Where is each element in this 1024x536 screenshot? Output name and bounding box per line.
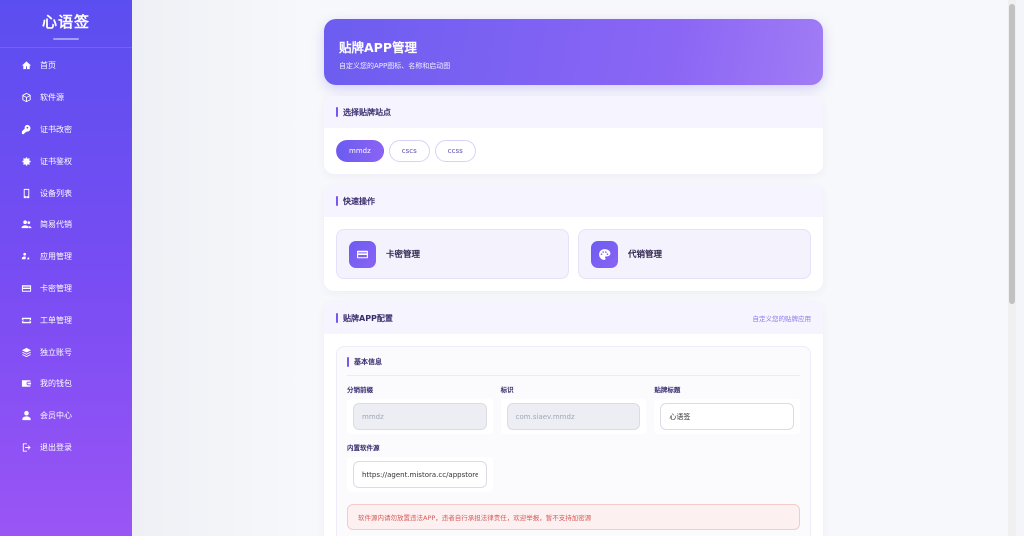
box-icon (20, 92, 32, 104)
site-select-card: 选择贴牌站点 mmdz cscs ccss (324, 96, 823, 174)
home-icon (20, 60, 32, 72)
sidebar-item-label: 独立账号 (40, 347, 72, 357)
site-pill-mmdz[interactable]: mmdz (336, 140, 384, 162)
sidebar-item-label: 证书鉴权 (40, 156, 72, 166)
sidebar-item-label: 应用管理 (40, 252, 72, 262)
brand: 心语签 (0, 0, 132, 48)
brand-title-field: 贴牌标题 (654, 384, 801, 434)
resale-manage-button[interactable]: 代销管理 (578, 229, 811, 279)
sidebar-item-cert-auth[interactable]: 证书鉴权 (0, 145, 132, 177)
phone-icon (20, 187, 32, 199)
section-title: 贴牌APP配置 (343, 313, 393, 323)
page-title: 贴牌APP管理 (339, 40, 417, 55)
prefix-label: 分销前缀 (347, 386, 373, 394)
apps-icon (20, 251, 32, 263)
id-field: 标识 (500, 384, 647, 434)
sidebar-item-cert-password[interactable]: 证书改密 (0, 114, 132, 146)
site-pill-cscs[interactable]: cscs (388, 140, 430, 162)
section-title: 选择贴牌站点 (343, 107, 391, 117)
basic-info-panel: 基本信息 分销前缀 标识 贴牌标题 (336, 346, 811, 536)
site-pill-ccss[interactable]: ccss (434, 140, 476, 162)
sidebar-item-independent-account[interactable]: 独立账号 (0, 336, 132, 368)
sidebar-item-app-manage[interactable]: 应用管理 (0, 241, 132, 273)
basic-info-row-2: 内置软件源 (347, 442, 800, 492)
id-input (506, 403, 641, 430)
section-accent-bar (336, 196, 338, 206)
sidebar-item-label: 退出登录 (40, 442, 72, 452)
wallet-icon (20, 378, 32, 390)
prefix-input (353, 403, 487, 430)
page-subtitle: 自定义您的APP图标、名称和启动图 (339, 62, 451, 70)
quick-actions-card: 快速操作 卡密管理 代销管理 (324, 185, 823, 291)
content-container: 贴牌APP管理 自定义您的APP图标、名称和启动图 选择贴牌站点 mmdz cs… (324, 19, 823, 536)
card-icon (349, 240, 376, 268)
palette-icon (591, 240, 618, 268)
resale-manage-label: 代销管理 (628, 250, 663, 260)
source-label: 内置软件源 (347, 444, 380, 452)
source-field: 内置软件源 (347, 442, 493, 492)
sidebar: 心语签 首页 软件源 证书改密 证书鉴权 设备列表 简易代销 应用管理 卡密管理… (0, 0, 132, 536)
page-header: 贴牌APP管理 自定义您的APP图标、名称和启动图 (324, 19, 823, 85)
id-label: 标识 (500, 386, 514, 394)
brand-config-header: 贴牌APP配置 自定义您的贴牌应用 (324, 302, 823, 334)
layers-icon (20, 346, 32, 358)
sidebar-item-label: 工单管理 (40, 315, 72, 325)
ticket-icon (20, 314, 32, 326)
sidebar-item-label: 会员中心 (40, 411, 72, 421)
page-scrollbar[interactable] (1008, 0, 1016, 536)
brand-title: 心语签 (41, 13, 90, 31)
basic-info-row-1: 分销前缀 标识 贴牌标题 (347, 384, 801, 434)
sidebar-item-software-source[interactable]: 软件源 (0, 82, 132, 114)
prefix-field: 分销前缀 (347, 384, 493, 434)
sidebar-nav: 首页 软件源 证书改密 证书鉴权 设备列表 简易代销 应用管理 卡密管理 工单管… (0, 50, 132, 463)
config-hint-link[interactable]: 自定义您的贴牌应用 (753, 313, 812, 323)
basic-info-title: 基本信息 (354, 358, 382, 366)
brand-title-label: 贴牌标题 (654, 386, 681, 394)
sidebar-item-devices[interactable]: 设备列表 (0, 177, 132, 209)
sidebar-item-label: 证书改密 (40, 124, 72, 134)
sidebar-item-ticket-manage[interactable]: 工单管理 (0, 304, 132, 336)
quick-actions-header: 快速操作 (324, 185, 823, 217)
sidebar-item-label: 首页 (40, 61, 56, 71)
logout-icon (20, 441, 32, 453)
source-warning: 软件源内请勿放置违法APP，违者自行承担法律责任，欢迎举报，暂不支持加密源 (347, 504, 800, 530)
brand-title-input[interactable] (660, 403, 795, 430)
site-pill-group: mmdz cscs ccss (324, 128, 823, 174)
scrollbar-thumb[interactable] (1009, 4, 1015, 304)
sidebar-item-home[interactable]: 首页 (0, 50, 132, 82)
sidebar-item-wallet[interactable]: 我的钱包 (0, 368, 132, 400)
section-accent-bar (336, 107, 338, 117)
sidebar-item-label: 我的钱包 (40, 379, 72, 389)
sidebar-item-label: 简易代销 (40, 220, 72, 230)
user-icon (20, 410, 32, 422)
quick-actions-row: 卡密管理 代销管理 (324, 217, 823, 291)
brand-divider (53, 38, 79, 40)
sidebar-item-card-manage[interactable]: 卡密管理 (0, 273, 132, 305)
gear-icon (20, 155, 32, 167)
source-input[interactable] (353, 461, 487, 488)
basic-info-header: 基本信息 (347, 357, 800, 376)
section-accent-bar (336, 313, 338, 323)
brand-config-body: 基本信息 分销前缀 标识 贴牌标题 (324, 334, 823, 536)
key-icon (20, 123, 32, 135)
sidebar-item-label: 卡密管理 (40, 283, 72, 293)
sidebar-item-label: 设备列表 (40, 188, 72, 198)
card-manage-label: 卡密管理 (386, 250, 421, 260)
section-title: 快速操作 (343, 196, 375, 206)
sidebar-item-label: 软件源 (40, 93, 64, 103)
main-area: 贴牌APP管理 自定义您的APP图标、名称和启动图 选择贴牌站点 mmdz cs… (132, 0, 1016, 536)
brand-config-card: 贴牌APP配置 自定义您的贴牌应用 基本信息 分销前缀 标 (324, 302, 823, 536)
users-icon (20, 219, 32, 231)
sidebar-item-logout[interactable]: 退出登录 (0, 432, 132, 464)
card-manage-button[interactable]: 卡密管理 (336, 229, 569, 279)
card-icon (20, 282, 32, 294)
site-select-header: 选择贴牌站点 (324, 96, 823, 128)
sidebar-item-simple-resale[interactable]: 简易代销 (0, 209, 132, 241)
section-accent-bar (347, 357, 349, 367)
sidebar-item-member-center[interactable]: 会员中心 (0, 400, 132, 432)
